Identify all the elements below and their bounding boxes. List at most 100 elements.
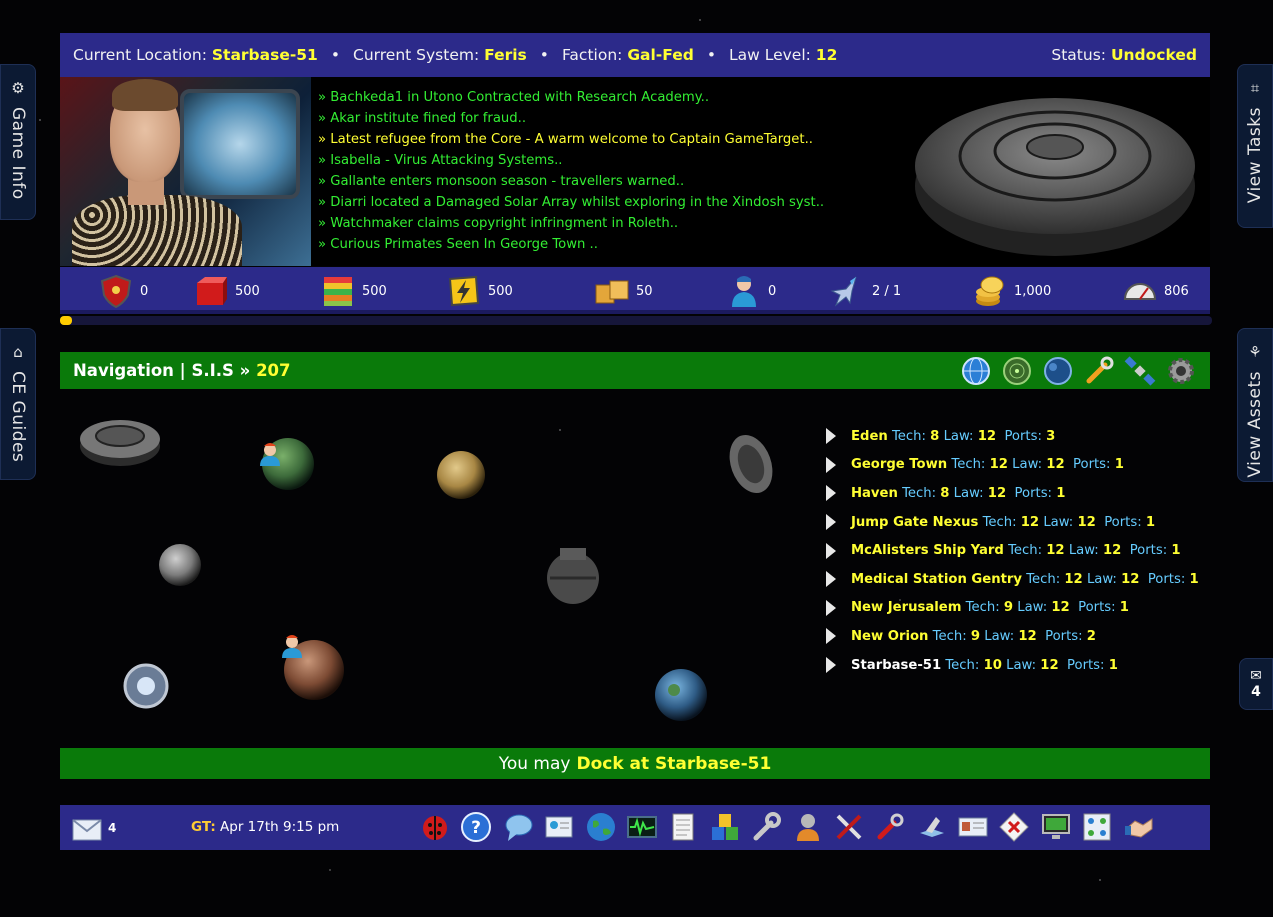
faction-value: Gal-Fed bbox=[627, 46, 694, 64]
locations-list: Eden Tech: 8 Law: 12 Ports: 3 George Tow… bbox=[826, 422, 1199, 679]
globe-grid-icon[interactable] bbox=[959, 354, 992, 387]
location-item[interactable]: McAlisters Ship Yard Tech: 12 Law: 12 Po… bbox=[826, 536, 1199, 565]
resource-shields[interactable]: 0 bbox=[98, 273, 148, 309]
news-banner: » Bachkeda1 in Utono Contracted with Res… bbox=[60, 77, 1210, 266]
mail-button[interactable]: 4 bbox=[70, 811, 116, 845]
bottom-toolbar: 4 GT: Apr 17th 9:15 pm ? bbox=[60, 805, 1210, 850]
system-map bbox=[60, 400, 820, 740]
help-icon[interactable]: ? bbox=[458, 809, 494, 845]
radar-icon[interactable] bbox=[1000, 354, 1033, 387]
triangle-icon bbox=[826, 542, 836, 559]
desert-planet[interactable] bbox=[436, 450, 486, 500]
license-icon[interactable] bbox=[955, 809, 991, 845]
news-item[interactable]: » Gallante enters monsoon season - trave… bbox=[318, 171, 824, 192]
news-item[interactable]: » Akar institute fined for fraud.. bbox=[318, 108, 824, 129]
wrench-icon[interactable] bbox=[1082, 354, 1115, 387]
android-agent-icon[interactable] bbox=[790, 809, 826, 845]
location-item[interactable]: George Town Tech: 12 Law: 12 Ports: 1 bbox=[826, 451, 1199, 480]
credits-value: 1,000 bbox=[1014, 283, 1052, 299]
mail-side-badge[interactable]: ✉ 4 bbox=[1239, 658, 1273, 710]
resource-crates[interactable]: 50 bbox=[594, 273, 653, 309]
resource-credits[interactable]: 1,000 bbox=[972, 273, 1051, 309]
wrench-tool-icon[interactable] bbox=[748, 809, 784, 845]
moon-planet[interactable] bbox=[158, 543, 202, 587]
document-icon[interactable] bbox=[665, 809, 701, 845]
space-station-sphere[interactable] bbox=[544, 546, 602, 606]
location-item[interactable]: Medical Station Gentry Tech: 12 Law: 12 … bbox=[826, 565, 1199, 594]
handshake-icon[interactable] bbox=[1121, 809, 1157, 845]
news-item[interactable]: » Bachkeda1 in Utono Contracted with Res… bbox=[318, 87, 824, 108]
game-info-tab[interactable]: ⚙ Game Info bbox=[0, 64, 36, 220]
shield-station-object[interactable] bbox=[122, 662, 170, 710]
fighters-value: 2 / 1 bbox=[872, 283, 902, 299]
assets-icon: ⚘ bbox=[1248, 343, 1262, 361]
captain-portrait[interactable] bbox=[60, 77, 311, 266]
starbase-map-object[interactable] bbox=[78, 414, 164, 470]
dock-status-value: Undocked bbox=[1110, 46, 1197, 64]
view-assets-tab[interactable]: ⚘ View Assets bbox=[1237, 328, 1273, 482]
view-tasks-tab[interactable]: ⌗ View Tasks bbox=[1237, 64, 1273, 228]
dock-link[interactable]: Dock at Starbase-51 bbox=[576, 754, 771, 774]
separator: • bbox=[330, 46, 341, 64]
news-item[interactable]: » Latest refugee from the Core - A warm … bbox=[318, 129, 824, 150]
faction-label: Faction: bbox=[561, 46, 623, 64]
red-cargo-icon bbox=[197, 277, 227, 305]
news-feed: » Bachkeda1 in Utono Contracted with Res… bbox=[318, 87, 824, 255]
triangle-icon bbox=[826, 485, 836, 502]
shield-icon bbox=[100, 274, 132, 309]
news-item[interactable]: » Curious Primates Seen In George Town .… bbox=[318, 234, 824, 255]
location-item[interactable]: Eden Tech: 8 Law: 12 Ports: 3 bbox=[826, 422, 1199, 451]
gt-value: Apr 17th 9:15 pm bbox=[220, 819, 340, 835]
ce-guides-tab[interactable]: ⌂ CE Guides bbox=[0, 328, 36, 480]
network-grid-icon[interactable] bbox=[1079, 809, 1115, 845]
location-item[interactable]: Haven Tech: 8 Law: 12 Ports: 1 bbox=[826, 479, 1199, 508]
resource-speed[interactable]: 806 bbox=[1122, 273, 1189, 309]
tools-icon[interactable] bbox=[831, 809, 867, 845]
shields-value: 0 bbox=[140, 283, 149, 299]
svg-text:?: ? bbox=[471, 818, 481, 838]
hierarchy-icon: ⌗ bbox=[1250, 79, 1260, 97]
resource-energy[interactable]: 500 bbox=[446, 273, 513, 309]
crates-value: 50 bbox=[636, 283, 653, 299]
news-item[interactable]: » Diarri located a Damaged Solar Array w… bbox=[318, 192, 824, 213]
gear-settings-icon[interactable] bbox=[1164, 354, 1197, 387]
location-item[interactable]: New Jerusalem Tech: 9 Law: 12 Ports: 1 bbox=[826, 594, 1199, 623]
repair-icon[interactable] bbox=[872, 809, 908, 845]
medical-icon[interactable] bbox=[996, 809, 1032, 845]
news-item[interactable]: » Watchmaker claims copyright infringmen… bbox=[318, 213, 824, 234]
mars-planet-with-crew[interactable] bbox=[276, 632, 346, 700]
ship-dock-icon[interactable] bbox=[914, 809, 950, 845]
triangle-icon bbox=[826, 514, 836, 531]
planet-icon[interactable] bbox=[1041, 354, 1074, 387]
resource-crew[interactable]: 0 bbox=[726, 273, 776, 309]
cargo-value: 500 bbox=[235, 283, 260, 299]
location-item[interactable]: New Orion Tech: 9 Law: 12 Ports: 2 bbox=[826, 622, 1199, 651]
news-item[interactable]: » Isabella - Virus Attacking Systems.. bbox=[318, 150, 824, 171]
resource-fighters[interactable]: 2 / 1 bbox=[826, 273, 901, 309]
location-item[interactable]: Jump Gate Nexus Tech: 12 Law: 12 Ports: … bbox=[826, 508, 1199, 537]
satellite-icon[interactable] bbox=[1123, 354, 1156, 387]
location-value: Starbase-51 bbox=[211, 46, 318, 64]
home-icon: ⌂ bbox=[13, 343, 23, 361]
id-card-icon[interactable] bbox=[541, 809, 577, 845]
chat-bubble-icon[interactable] bbox=[500, 809, 536, 845]
earth-planet-with-crew[interactable] bbox=[258, 436, 318, 492]
resource-materials[interactable]: 500 bbox=[320, 273, 387, 309]
triangle-icon bbox=[826, 428, 836, 445]
system-value: Feris bbox=[484, 46, 527, 64]
scanner-icon[interactable] bbox=[624, 809, 660, 845]
system-label: Current System: bbox=[353, 46, 480, 64]
computer-icon[interactable] bbox=[1038, 809, 1074, 845]
ladybug-icon[interactable] bbox=[417, 809, 453, 845]
sector-number: 207 bbox=[256, 361, 291, 380]
crew-icon bbox=[732, 276, 756, 307]
globe-icon[interactable] bbox=[583, 809, 619, 845]
jump-gate-object[interactable] bbox=[724, 426, 778, 498]
blue-planet[interactable] bbox=[654, 668, 708, 722]
navigation-header: Navigation | S.I.S » 207 bbox=[60, 352, 1210, 389]
blocks-icon[interactable] bbox=[707, 809, 743, 845]
location-item-current[interactable]: Starbase-51 Tech: 10 Law: 12 Ports: 1 bbox=[826, 651, 1199, 680]
resource-cargo[interactable]: 500 bbox=[193, 273, 260, 309]
triangle-icon bbox=[826, 657, 836, 674]
cargo-crates-icon bbox=[595, 280, 629, 304]
